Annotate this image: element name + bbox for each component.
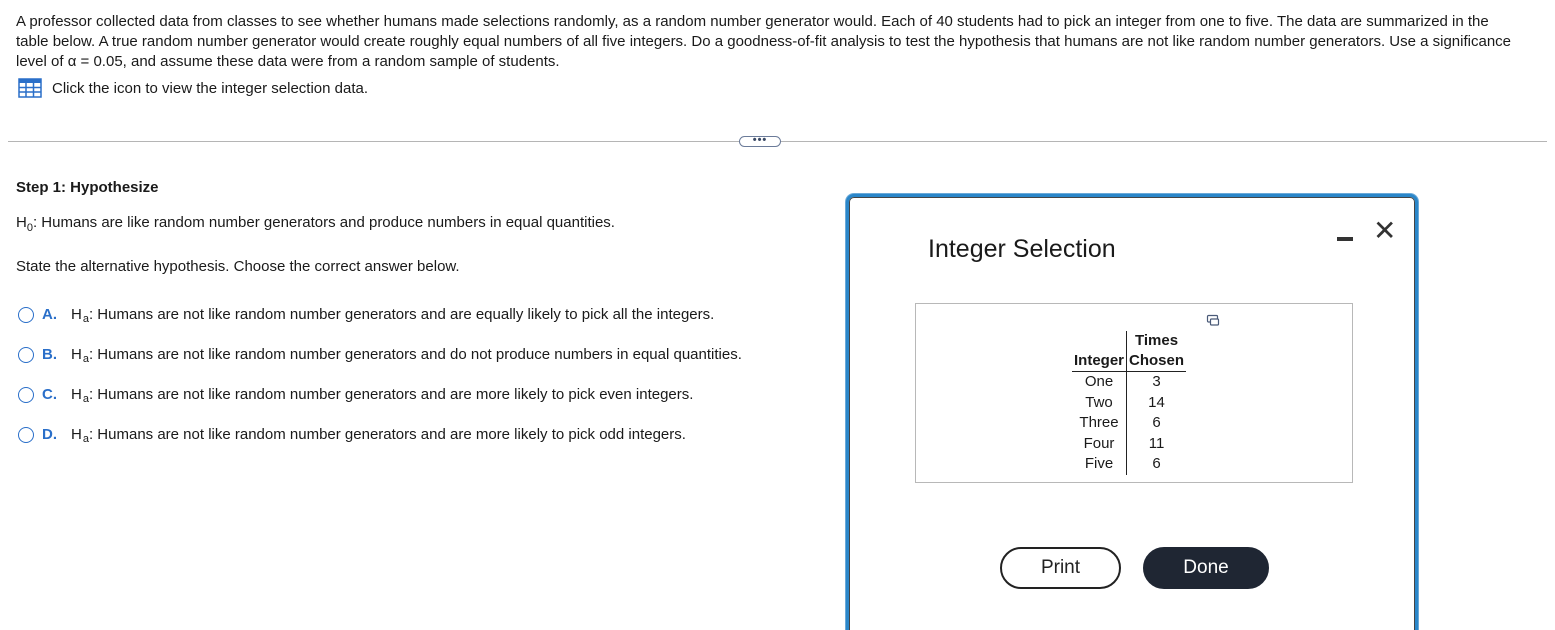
h0-letter: H [16,214,27,231]
chosen-cell: 14 [1126,392,1187,413]
table-row: Two 14 [1072,392,1187,413]
choice-subscript: a [82,352,89,365]
chosen-cell: 6 [1126,454,1187,475]
table-grid-icon[interactable] [18,78,42,98]
dialog-title: Integer Selection [928,235,1116,263]
integer-cell: One [1084,373,1114,390]
choice-subscript: a [82,392,89,405]
header-times: Times [1126,331,1187,351]
choice-h: H [71,386,82,403]
choice-c[interactable]: C. Ha: Humans are not like random number… [18,386,694,405]
step-title: Step 1: Hypothesize [16,179,159,196]
copy-icon[interactable] [1206,314,1220,328]
integer-cell: Three [1079,414,1119,431]
h0-text: : Humans are like random number generato… [32,214,615,231]
radio-c[interactable] [18,386,34,403]
expand-button[interactable]: ••• [739,133,781,147]
choice-text: : Humans are not like random number gene… [88,386,694,403]
header-integer: Integer [1072,351,1127,372]
choice-text: : Humans are not like random number gene… [88,346,742,363]
choice-h: H [71,426,82,443]
chosen-cell: 6 [1126,413,1187,434]
choice-letter: C. [42,386,57,403]
header-blank [1072,331,1127,351]
radio-b[interactable] [18,346,34,363]
print-button[interactable]: Print [1000,547,1121,589]
question-text: A professor collected data from classes … [16,13,1512,70]
choice-h: H [71,346,82,363]
chosen-cell: 11 [1126,433,1187,454]
view-data-link[interactable]: Click the icon to view the integer selec… [18,78,368,98]
integer-selection-table: Times Integer Chosen One 3 Two 14 Three … [1072,331,1187,475]
choice-subscript: a [82,312,89,325]
view-data-link-label[interactable]: Click the icon to view the integer selec… [52,80,368,97]
integer-cell: Five [1084,455,1114,472]
choice-letter: B. [42,346,57,363]
choice-letter: D. [42,426,57,443]
integer-cell: Four [1083,434,1115,452]
ellipsis-icon: ••• [752,133,768,146]
close-icon[interactable]: ✕ [1373,217,1396,245]
h0-subscript: 0 [26,222,33,234]
radio-d[interactable] [18,426,34,443]
choice-h: H [71,306,82,323]
minimize-icon[interactable] [1335,228,1355,248]
null-hypothesis: H0: Humans are like random number genera… [16,214,615,234]
choice-text: : Humans are not like random number gene… [88,306,715,323]
done-button[interactable]: Done [1143,547,1269,589]
choice-letter: A. [42,306,57,323]
chosen-cell: 3 [1126,371,1187,393]
table-row: One 3 [1072,371,1187,393]
choice-d[interactable]: D. Ha: Humans are not like random number… [18,426,686,445]
choice-a[interactable]: A. Ha: Humans are not like random number… [18,306,715,325]
header-chosen: Chosen [1126,351,1187,372]
integer-selection-dialog: Integer Selection ✕ Times Integer Chosen… [846,194,1418,630]
integer-cell: Two [1085,393,1113,411]
instruction-text: State the alternative hypothesis. Choose… [16,258,460,275]
table-row: Three 6 [1072,413,1187,434]
table-row: Four 11 [1072,433,1187,454]
radio-a[interactable] [18,306,34,323]
table-row: Five 6 [1072,454,1187,475]
choice-text: : Humans are not like random number gene… [88,426,686,443]
data-table-container: Times Integer Chosen One 3 Two 14 Three … [915,303,1353,483]
choice-b[interactable]: B. Ha: Humans are not like random number… [18,346,742,365]
choice-subscript: a [82,432,89,445]
